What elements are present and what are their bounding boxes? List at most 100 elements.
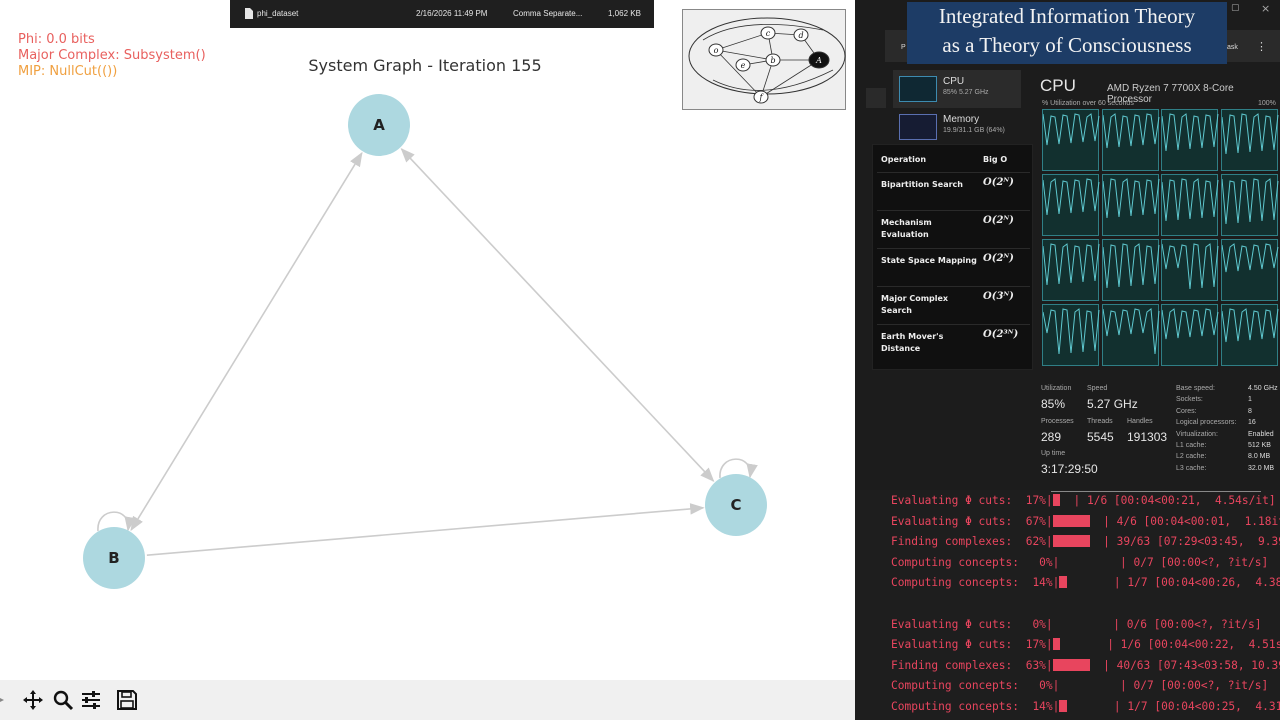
cpu-core-graph [1042,174,1100,236]
spec-value: Enabled [1248,430,1274,438]
table-row-divider [877,286,1030,287]
file-icon [244,8,253,21]
processes-value: 289 [1041,430,1062,444]
progress-bar [1059,576,1067,589]
uptime-label: Up time [1041,450,1066,457]
edge-A-B [130,151,363,532]
table-row-divider [877,248,1030,249]
table-row-big-o: O(2ᴺ) [983,215,1014,226]
sidebar-item-label: CPU [943,76,965,87]
sidebar-item-cpu[interactable]: CPU 85% 5.27 GHz [893,70,1021,108]
book-title-line1: Integrated Information Theory [938,4,1196,28]
file-row[interactable]: phi_dataset 2/16/2026 11:49 PM Comma Sep… [230,0,654,28]
cpu-core-graph [1220,174,1278,236]
edge-B-C [146,503,705,556]
cpu-core-graph [1161,304,1219,366]
node-label-B: B [108,549,119,567]
threads-value: 5545 [1087,430,1114,444]
cpu-core-graph [1042,304,1100,366]
sidebar-item-label: Memory [943,114,980,125]
maximize-icon[interactable]: ▢ [1231,3,1240,13]
terminal-line: Computing concepts: 0%| | 0/7 [00:00<?, … [891,679,1269,693]
pan-icon[interactable] [22,689,44,711]
spec-key: Sockets: [1176,396,1203,404]
progress-bar [1052,494,1061,506]
iit-diagram: oc dbeAf [688,17,846,104]
complexity-table: Operation Big O Bipartition Search O(2ᴺ) M… [872,144,1033,370]
cpu-core-graph [1101,109,1159,171]
nodes-layer: A B C [83,94,767,589]
table-row-divider [877,172,1030,173]
speed-label: Speed [1087,385,1108,392]
cpu-core-graph [1042,109,1100,171]
cpu-thumbnail [899,76,937,102]
spec-key: Logical processors: [1176,419,1237,427]
more-options-icon[interactable]: ⋮ [1256,40,1267,53]
terminal-line: Evaluating Φ cuts: 17%| | 1/6 [00:04<00:… [891,638,1280,652]
terminal-line: Finding complexes: 63%| | 40/63 [07:43<0… [891,658,1280,672]
cpu-core-graph [1101,239,1159,301]
cpu-heading: CPU [1040,76,1076,95]
spec-key: Base speed: [1176,385,1215,392]
matplotlib-figure: Phi: 0.0 bits Major Complex: Subsystem()… [0,0,855,720]
configure-subplots-icon[interactable] [80,689,102,711]
file-type: Comma Separate... [513,9,583,18]
header-partial-label: P [901,44,906,51]
iit-node-label: A [815,56,822,65]
spec-value: 16 [1248,419,1256,427]
handles-value: 191303 [1127,430,1168,444]
zoom-icon[interactable] [52,689,74,711]
spec-value: 1 [1248,396,1252,404]
terminal-line: Computing concepts: 14%| | 1/7 [00:04<00… [891,576,1280,590]
sidebar-item-detail: 19.9/31.1 GB (64%) [943,127,1005,134]
processes-label: Processes [1041,418,1074,425]
progress-bar [1059,700,1067,712]
table-row-big-o: O(2ᴺ) [983,253,1014,264]
table-row-operation: Mechanism Evaluation [881,218,932,239]
progress-bar [1052,514,1090,527]
cpu-core-graph [1042,239,1100,301]
book-title-banner: Integrated Information Theory as a Theor… [907,2,1227,64]
table-row-operation: Major Complex Search [881,294,949,315]
table-row-big-o: O(3ᴺ) [983,291,1014,302]
edges-layer [97,148,758,556]
figure-toolbar [0,680,855,720]
memory-thumbnail [899,114,937,140]
terminal-line: Computing concepts: 14%| | 1/7 [00:04<00… [891,700,1280,713]
utilization-value: 85% [1041,397,1066,411]
save-icon[interactable] [116,689,138,711]
handles-label: Handles [1127,418,1153,425]
iit-node-label: e [741,61,746,70]
sidebar-item-memory[interactable]: Memory 19.9/31.1 GB (64%) [893,108,1021,146]
file-size: 1,062 KB [608,9,641,18]
table-header-operation: Operation [881,155,927,164]
task-manager-nav-icon[interactable] [866,88,886,108]
table-row-divider [877,324,1030,325]
file-name: phi_dataset [257,9,299,18]
spec-key: L3 cache: [1176,464,1207,472]
terminal-line: Evaluating Φ cuts: 67%| | 4/6 [00:04<00:… [891,514,1280,528]
spec-value: 512 KB [1248,442,1271,449]
table-row-big-o: O(2ᴺ) [983,177,1014,188]
close-icon[interactable]: × [1261,2,1270,15]
cpu-core-graph [1101,174,1159,236]
book-title-line2: as a Theory of Consciousness [942,33,1192,57]
forward-icon[interactable] [0,689,10,711]
utilization-graph-label: % Utilization over 60 seconds [1042,100,1134,107]
table-row-operation: Bipartition Search [881,180,963,189]
sidebar-item-detail: 85% 5.27 GHz [943,89,989,96]
iit-node-label: o [714,46,719,55]
spec-key: Virtualization: [1176,430,1218,438]
cpu-core-graph [1220,109,1278,171]
node-label-C: C [730,496,741,514]
edge-A-C [400,148,715,482]
terminal-line: Evaluating Φ cuts: 17%| | 1/6 [00:04<00:… [891,494,1276,507]
spec-key: L1 cache: [1176,442,1207,449]
screen: Phi: 0.0 bits Major Complex: Subsystem()… [0,0,1280,720]
terminal-line: Evaluating Φ cuts: 0%| | 0/6 [00:00<?, ?… [891,617,1262,631]
iit-node-label: b [770,56,775,65]
cpu-core-graph [1220,239,1278,301]
spec-value: 8.0 MB [1248,453,1271,461]
spec-value: 8 [1248,407,1252,415]
node-label-A: A [373,116,385,134]
